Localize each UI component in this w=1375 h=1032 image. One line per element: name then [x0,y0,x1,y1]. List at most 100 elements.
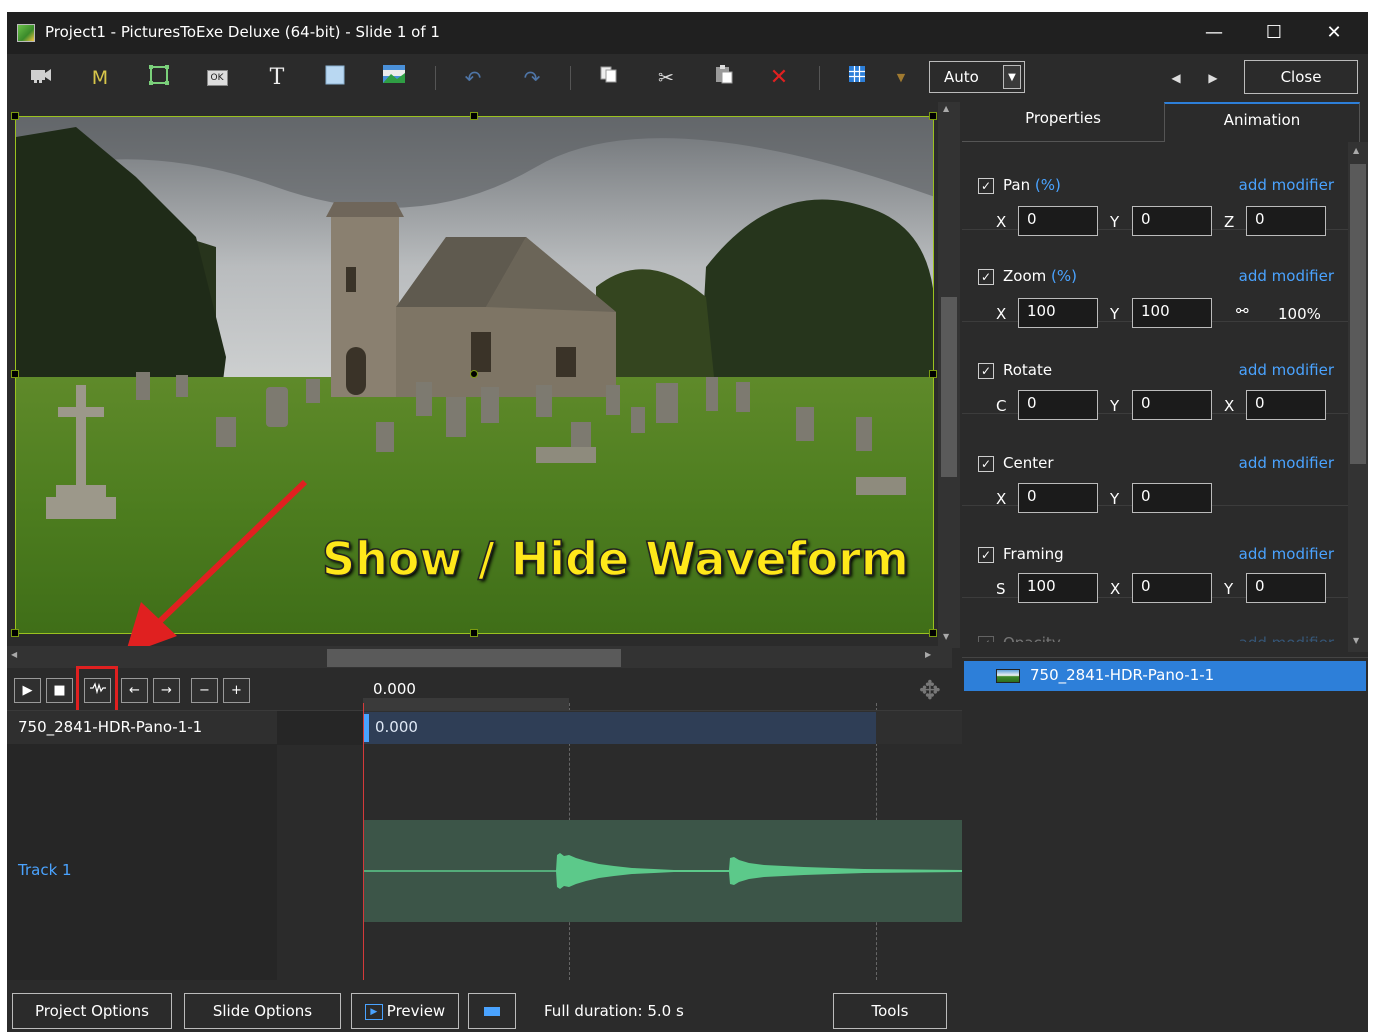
slide-duration-bar[interactable]: 0.000 [363,712,876,744]
canvas-horizontal-scrollbar[interactable]: ◀ ▶ [7,646,952,668]
scroll-down-icon[interactable]: ▼ [1353,636,1359,645]
center-x-field[interactable]: 0 [1018,483,1098,513]
resize-handle[interactable] [929,629,937,637]
close-button[interactable]: Close [1244,60,1358,94]
zoom-checkbox[interactable]: ✓ [978,269,994,285]
center-group: ✓ Center add modifier X 0 Y 0 [962,418,1348,513]
center-y-field[interactable]: 0 [1132,483,1212,513]
undo-icon[interactable]: ↶ [459,64,487,92]
rectangle-icon[interactable] [321,64,349,92]
panel-scrollbar[interactable]: ▲ ▼ [1348,142,1368,652]
tools-button[interactable]: Tools [833,993,947,1029]
rotate-add-modifier-link[interactable]: add modifier [1239,361,1334,379]
audio-track-row: Track 1 [7,820,962,922]
timeline-ruler [363,698,569,710]
window-close-button[interactable]: ✕ [1314,18,1354,48]
button-object-icon[interactable]: OK [203,64,231,92]
zoom-out-button[interactable]: − [191,678,218,703]
image-icon[interactable] [380,64,408,92]
slide-canvas[interactable]: Show / Hide Waveform [7,102,952,648]
audio-waveform-area[interactable] [364,820,962,922]
rotate-checkbox[interactable]: ✓ [978,363,994,379]
slide-object-list: 750_2841-HDR-Pano-1-1 [962,657,1368,1032]
move-right-button[interactable]: → [153,678,180,703]
zoom-add-modifier-link[interactable]: add modifier [1239,267,1334,285]
zoom-y-field[interactable]: 100 [1132,298,1212,328]
mask-button[interactable]: M [86,64,114,92]
resize-handle[interactable] [470,112,478,120]
tab-animation[interactable]: Animation [1164,102,1360,142]
center-add-modifier-link[interactable]: add modifier [1239,454,1334,472]
resize-handle[interactable] [470,629,478,637]
minimize-button[interactable]: — [1194,18,1234,48]
zoom-in-button[interactable]: + [223,678,250,703]
copy-icon[interactable] [595,64,623,92]
pan-x-field[interactable]: 0 [1018,206,1098,236]
playhead[interactable] [363,703,364,980]
text-button[interactable]: T [263,64,291,92]
prev-slide-icon[interactable]: ◀ [1162,64,1190,92]
framing-x-field[interactable]: 0 [1132,573,1212,603]
center-checkbox[interactable]: ✓ [978,456,994,472]
scroll-up-icon[interactable]: ▲ [1353,146,1359,155]
rotate-x-label: X [1224,397,1235,415]
chevron-down-icon[interactable]: ▼ [1003,65,1021,89]
panel-scroll-thumb[interactable] [1350,164,1366,464]
next-slide-icon[interactable]: ▶ [1199,64,1227,92]
pan-checkbox[interactable]: ✓ [978,178,994,194]
zoom-select[interactable]: Auto ▼ [929,61,1025,93]
center-handle[interactable] [470,370,478,378]
zoom-x-field[interactable]: 100 [1018,298,1098,328]
full-duration: Full duration: 5.0 s [544,1002,684,1020]
canvas-vertical-scrollbar[interactable]: ▲ ▼ [938,102,960,648]
maximize-button[interactable]: ☐ [1254,18,1294,48]
scroll-down-icon[interactable]: ▼ [943,632,949,641]
vertical-scroll-thumb[interactable] [941,297,957,477]
tab-properties[interactable]: Properties [962,102,1164,142]
preview-button[interactable]: ▶ Preview [351,993,459,1029]
paste-icon[interactable] [710,64,738,92]
toolbar-separator [570,66,571,90]
opacity-checkbox[interactable]: ✓ [978,636,994,642]
opacity-add-modifier-link[interactable]: add modifier [1239,634,1334,642]
play-button[interactable]: ▶ [14,678,41,703]
camera-icon[interactable] [27,64,55,92]
move-left-button[interactable]: ← [121,678,148,703]
move-icon[interactable]: ✥ [919,676,941,706]
pan-y-field[interactable]: 0 [1132,206,1212,236]
pan-add-modifier-link[interactable]: add modifier [1239,176,1334,194]
image-icon [996,669,1020,683]
rotate-c-field[interactable]: 0 [1018,390,1098,420]
rotate-y-field[interactable]: 0 [1132,390,1212,420]
framing-s-field[interactable]: 100 [1018,573,1098,603]
project-options-button[interactable]: Project Options [12,993,172,1029]
grid-dropdown-icon[interactable]: ▼ [887,64,915,92]
resize-handle[interactable] [11,370,19,378]
slide-track-row: 750_2841-HDR-Pano-1-1 0.000 [7,710,962,745]
scroll-up-icon[interactable]: ▲ [943,104,949,113]
stop-button[interactable]: ■ [46,678,73,703]
scroll-left-icon[interactable]: ◀ [11,650,17,659]
resize-handle[interactable] [929,370,937,378]
frame-icon[interactable] [145,64,173,92]
resize-handle[interactable] [929,112,937,120]
framing-y-field[interactable]: 0 [1246,573,1326,603]
framing-add-modifier-link[interactable]: add modifier [1239,545,1334,563]
cut-icon[interactable]: ✂ [652,64,680,92]
link-icon[interactable]: ⚯ [1236,302,1249,320]
redo-icon[interactable]: ↷ [518,64,546,92]
scroll-right-icon[interactable]: ▶ [925,650,931,659]
fullscreen-preview-button[interactable] [468,993,516,1029]
list-item[interactable]: 750_2841-HDR-Pano-1-1 [964,661,1366,691]
rotate-x-field[interactable]: 0 [1246,390,1326,420]
resize-handle[interactable] [11,629,19,637]
grid-icon[interactable] [843,64,871,92]
horizontal-scroll-thumb[interactable] [327,649,621,667]
pan-z-field[interactable]: 0 [1246,206,1326,236]
zoom-y-label: Y [1110,305,1120,323]
framing-checkbox[interactable]: ✓ [978,547,994,563]
rotate-c-label: C [996,397,1007,415]
resize-handle[interactable] [11,112,19,120]
slide-options-button[interactable]: Slide Options [184,993,341,1029]
delete-icon[interactable]: ✕ [765,64,793,92]
